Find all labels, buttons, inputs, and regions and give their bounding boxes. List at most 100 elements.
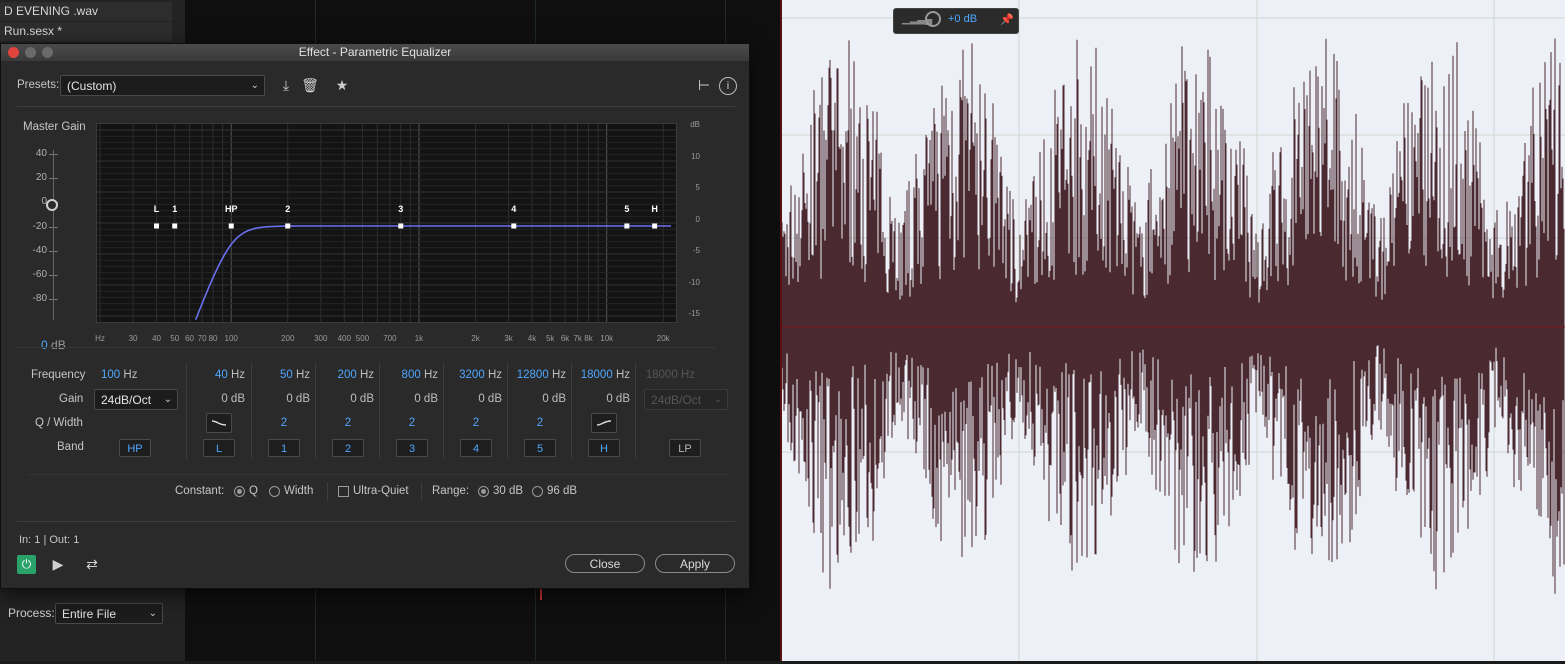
range-96-radio[interactable]	[532, 486, 543, 497]
eq-node-2[interactable]	[285, 223, 291, 229]
eq-node-5[interactable]	[624, 223, 630, 229]
band-frequency-l[interactable]: 40 Hz	[189, 369, 245, 381]
db-tick-label: -5	[692, 246, 700, 255]
trash-icon[interactable]: 🗑	[301, 77, 319, 93]
master-gain-tick-label: -60	[32, 269, 47, 280]
band-frequency-5[interactable]: 12800 Hz	[510, 369, 566, 381]
title-bar[interactable]: Effect - Parametric Equalizer	[1, 44, 749, 61]
band-gain-3[interactable]: 0 dB	[382, 393, 438, 405]
gain-row-label: Gain	[59, 393, 84, 405]
frequency-tick-label: 30	[128, 334, 138, 343]
band-frequency-4[interactable]: 3200 Hz	[446, 369, 502, 381]
high-shelf-icon[interactable]	[591, 413, 617, 433]
loop-icon[interactable]: ⇄	[83, 556, 101, 572]
io-channel-label: In: 1 | Out: 1	[19, 534, 80, 546]
band-toggle-hp[interactable]: HP	[119, 439, 151, 457]
master-gain-slider-thumb[interactable]	[46, 199, 58, 211]
band-toggle-lp[interactable]: LP	[669, 439, 701, 457]
band-q-2[interactable]: 2	[328, 417, 368, 429]
frequency-tick-label: 400	[337, 334, 351, 343]
range-30-radio[interactable]	[478, 486, 489, 497]
save-preset-icon[interactable]: ⤓	[277, 77, 295, 93]
band-q-1[interactable]: 2	[264, 417, 304, 429]
lp-frequency: 18000 Hz	[645, 369, 695, 381]
eq-node-label: L	[154, 204, 160, 214]
band-q-3[interactable]: 2	[392, 417, 432, 429]
hp-slope-select[interactable]: 24dB/Oct ⌄	[94, 389, 178, 410]
frequency-tick-label: 500	[355, 334, 370, 343]
db-tick-label: dB	[690, 120, 700, 129]
apply-button[interactable]: Apply	[655, 554, 735, 573]
eq-graph[interactable]: L 1 HP 2 3 4 5 H	[96, 123, 677, 323]
band-toggle-3[interactable]: 3	[396, 439, 428, 457]
frequency-tick-label: 100	[224, 334, 238, 343]
frequency-tick-label: Hz	[95, 334, 105, 343]
close-button[interactable]: Close	[565, 554, 645, 573]
band-gain-2[interactable]: 0 dB	[318, 393, 374, 405]
frequency-tick-label: 20k	[656, 334, 670, 343]
eq-node-label: HP	[225, 204, 238, 214]
routing-icon[interactable]: ⊢	[695, 77, 713, 93]
band-gain-1[interactable]: 0 dB	[254, 393, 310, 405]
master-gain-tick-label: 0	[41, 196, 47, 208]
band-toggle-2[interactable]: 2	[332, 439, 364, 457]
eq-curve-plot: L 1 HP 2 3 4 5 H	[97, 124, 676, 322]
band-frequency-2[interactable]: 200 Hz	[318, 369, 374, 381]
frequency-tick-label: 1k	[414, 334, 424, 343]
band-toggle-l[interactable]: L	[203, 439, 235, 457]
constant-width-radio[interactable]	[269, 486, 280, 497]
constant-label: Constant:	[175, 485, 225, 497]
eq-node-4[interactable]	[511, 223, 517, 229]
waveform-view[interactable]	[780, 0, 1565, 661]
constant-q-radio[interactable]	[234, 486, 245, 497]
parametric-equalizer-dialog: Effect - Parametric Equalizer Presets: (…	[0, 43, 750, 589]
eq-node-h[interactable]	[652, 223, 658, 229]
frequency-tick-label: 2k	[471, 334, 480, 343]
hp-frequency[interactable]: 100 Hz	[101, 369, 143, 381]
gain-knob-icon[interactable]	[925, 11, 941, 27]
band-gain-l[interactable]: 0 dB	[189, 393, 245, 405]
low-shelf-icon[interactable]	[206, 413, 232, 433]
q-width-row-label: Q / Width	[35, 417, 83, 429]
power-toggle-icon[interactable]: ⏻	[17, 555, 36, 574]
process-select[interactable]: Entire File ⌄	[55, 603, 163, 624]
pin-icon[interactable]: 📌	[1000, 13, 1014, 26]
band-frequency-1[interactable]: 50 Hz	[254, 369, 310, 381]
ultra-quiet-label: Ultra-Quiet	[353, 485, 409, 497]
frequency-tick-label: 80	[208, 334, 218, 343]
info-icon[interactable]: i	[719, 77, 737, 95]
master-gain-track[interactable]	[53, 150, 54, 320]
master-gain-readout[interactable]: 0 dB	[41, 338, 66, 352]
play-icon[interactable]: ▶	[49, 556, 67, 572]
star-icon[interactable]: ★	[333, 77, 351, 93]
band-toggle-h[interactable]: H	[588, 439, 620, 457]
file-item[interactable]: D EVENING .wav	[0, 2, 172, 21]
hud-gain-control[interactable]: ▁▂▃▄ +0 dB 📌	[893, 8, 1019, 34]
range-30-label: 30 dB	[493, 485, 524, 497]
band-gain-h[interactable]: 0 dB	[574, 393, 630, 405]
band-q-5[interactable]: 2	[520, 417, 560, 429]
band-toggle-1[interactable]: 1	[268, 439, 300, 457]
db-tick-label: -15	[688, 309, 700, 318]
band-gain-4[interactable]: 0 dB	[446, 393, 502, 405]
ultra-quiet-checkbox[interactable]	[338, 486, 349, 497]
band-gain-5[interactable]: 0 dB	[510, 393, 566, 405]
dialog-title: Effect - Parametric Equalizer	[298, 45, 452, 59]
eq-node-hp[interactable]	[228, 223, 234, 229]
master-gain-tick-label: -40	[32, 244, 47, 256]
band-frequency-3[interactable]: 800 Hz	[382, 369, 438, 381]
band-toggle-5[interactable]: 5	[524, 439, 556, 457]
master-gain-scale: 40 20 0 -20 -40 -60 -80	[1, 44, 91, 344]
constant-width-label: Width	[284, 485, 314, 497]
eq-node-l[interactable]	[154, 223, 160, 229]
eq-node-3[interactable]	[398, 223, 404, 229]
chevron-down-icon: ⌄	[163, 394, 172, 405]
master-gain-unit: dB	[51, 338, 66, 352]
process-label: Process:	[8, 606, 55, 620]
eq-node-1[interactable]	[172, 223, 178, 229]
band-toggle-4[interactable]: 4	[460, 439, 492, 457]
band-frequency-h[interactable]: 18000 Hz	[574, 369, 630, 381]
file-item[interactable]: Run.sesx *	[0, 22, 172, 41]
master-gain-value: 0	[41, 338, 48, 352]
band-q-4[interactable]: 2	[456, 417, 496, 429]
